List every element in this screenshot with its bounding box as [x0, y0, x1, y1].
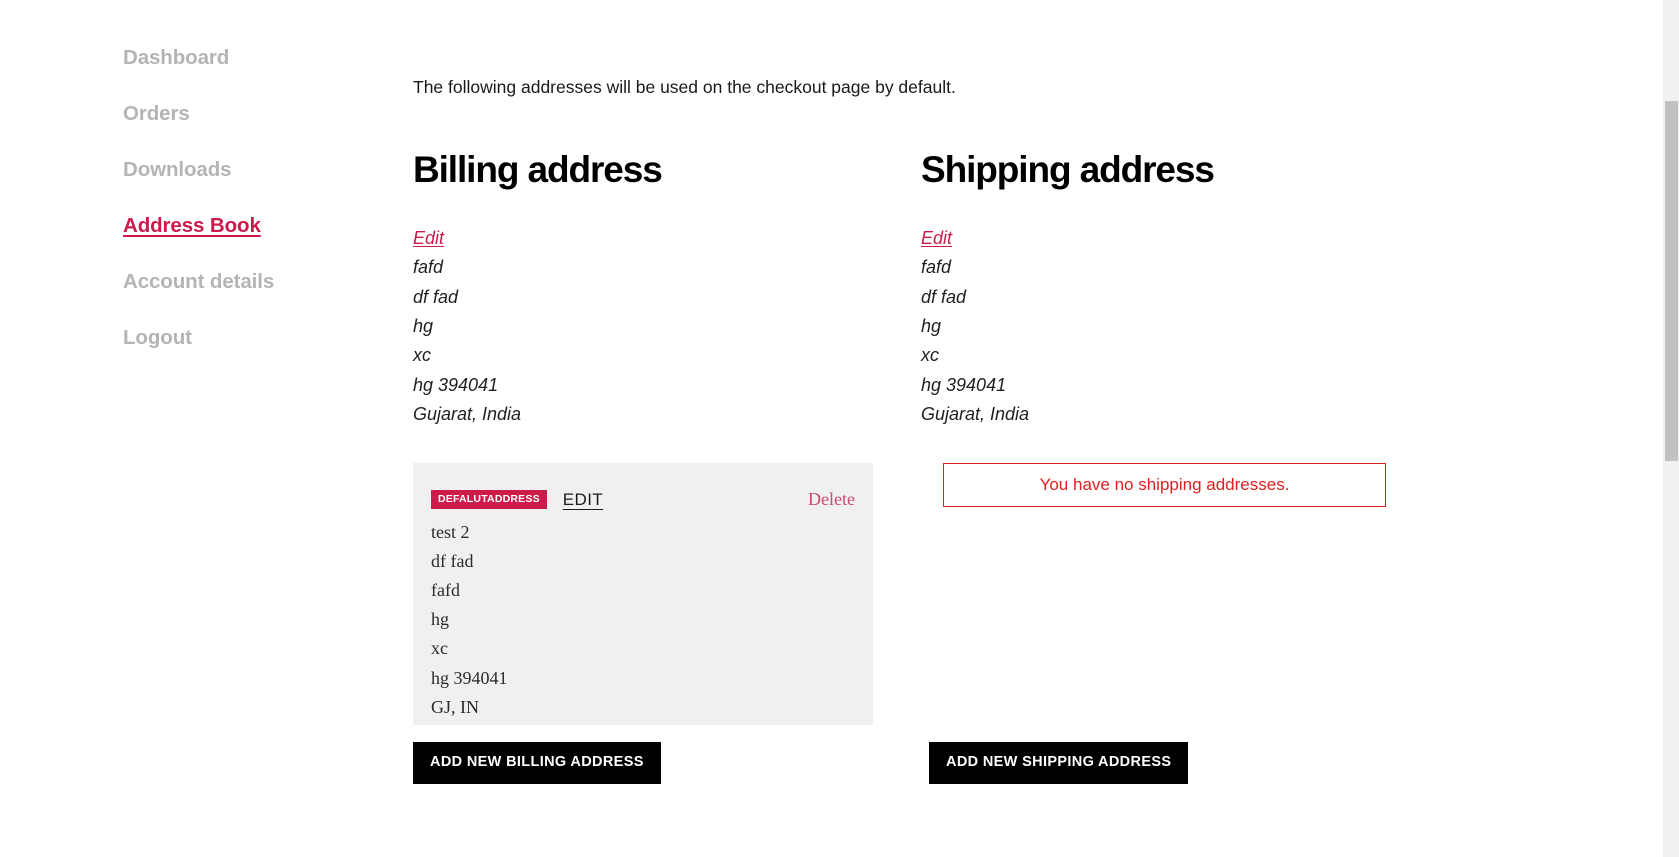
saved-billing-address-card: DEFALUTADDRESS EDIT Delete test 2 df fad…	[413, 462, 873, 725]
card-edit-link[interactable]: EDIT	[563, 490, 603, 510]
billing-address-line: xc	[413, 345, 431, 366]
card-address-line: fafd	[431, 579, 460, 600]
billing-address-line: hg 394041	[413, 374, 499, 395]
shipping-title: Shipping address	[921, 149, 1215, 190]
card-address-lines: test 2 df fad fafd hg xc hg 394041 GJ, I…	[431, 518, 855, 722]
card-address-line: hg 394041	[431, 667, 508, 688]
sidebar-item-downloads[interactable]: Downloads	[123, 159, 393, 181]
sidebar-item-address-book[interactable]: Address Book	[123, 215, 393, 237]
billing-address-line: fafd	[413, 257, 444, 278]
sidebar-item-logout[interactable]: Logout	[123, 327, 393, 349]
billing-address-line: df fad	[413, 286, 459, 307]
card-address-line: df fad	[431, 550, 474, 571]
sidebar-item-account-details[interactable]: Account details	[123, 271, 393, 293]
card-address-line: xc	[431, 638, 448, 659]
shipping-address-line: hg	[921, 315, 942, 336]
shipping-address-line: fafd	[921, 257, 952, 278]
card-header-row: DEFALUTADDRESS EDIT Delete	[431, 487, 855, 513]
add-new-billing-address-button[interactable]: ADD NEW BILLING ADDRESS	[413, 742, 661, 784]
shipping-address-line: xc	[921, 345, 939, 366]
shipping-address-line: Gujarat, India	[921, 404, 1030, 425]
billing-address-block: Edit fafd df fad hg xc hg 394041 Gujarat…	[413, 224, 873, 430]
billing-address-line: Gujarat, India	[413, 404, 522, 425]
account-sidebar-nav: Dashboard Orders Downloads Address Book …	[123, 47, 393, 384]
shipping-address-line: df fad	[921, 286, 967, 307]
shipping-address-block: Edit fafd df fad hg xc hg 394041 Gujarat…	[921, 224, 1381, 430]
billing-address-line: hg	[413, 315, 434, 336]
vertical-scrollbar-thumb[interactable]	[1665, 101, 1678, 461]
add-new-shipping-address-button[interactable]: ADD NEW SHIPPING ADDRESS	[929, 742, 1189, 784]
sidebar-item-dashboard[interactable]: Dashboard	[123, 47, 393, 69]
billing-address-column: Billing address Edit fafd df fad hg xc h…	[413, 149, 873, 725]
shipping-address-column: Shipping address Edit fafd df fad hg xc …	[921, 149, 1386, 507]
billing-title: Billing address	[413, 149, 663, 190]
vertical-scrollbar-track[interactable]	[1663, 0, 1679, 857]
no-shipping-addresses-notice: You have no shipping addresses.	[943, 462, 1386, 507]
sidebar-item-orders[interactable]: Orders	[123, 103, 393, 125]
shipping-address-line: hg 394041	[921, 374, 1007, 395]
card-delete-link[interactable]: Delete	[808, 489, 855, 510]
shipping-edit-link[interactable]: Edit	[921, 224, 952, 253]
card-address-line: test 2	[431, 521, 470, 542]
notice-text: You have no shipping addresses.	[1039, 474, 1290, 494]
billing-edit-link[interactable]: Edit	[413, 224, 444, 253]
intro-text: The following addresses will be used on …	[413, 76, 956, 97]
card-address-line: hg	[431, 609, 449, 630]
card-address-line: GJ, IN	[431, 696, 479, 717]
default-address-badge[interactable]: DEFALUTADDRESS	[431, 490, 547, 509]
account-address-book-page: Dashboard Orders Downloads Address Book …	[0, 0, 1663, 857]
